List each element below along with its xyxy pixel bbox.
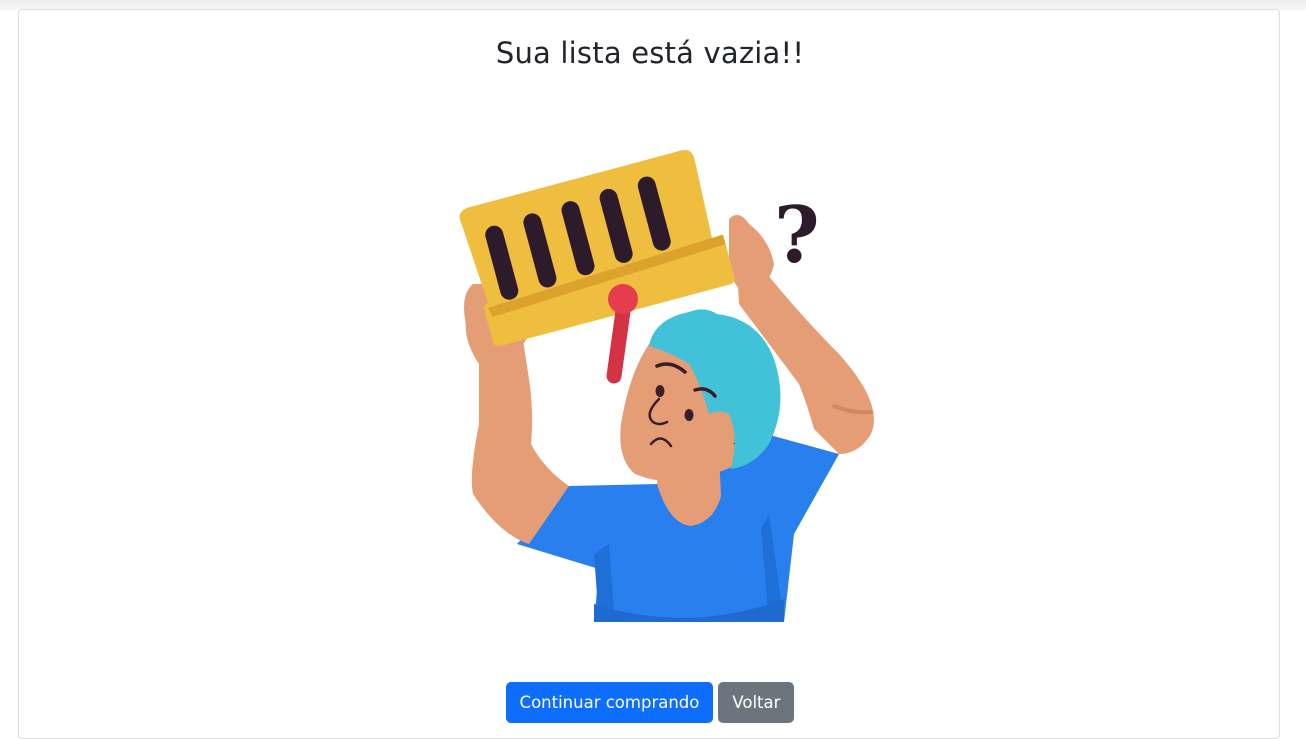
back-button[interactable]: Voltar <box>718 682 795 723</box>
action-buttons: Continuar comprando Voltar <box>19 682 1281 723</box>
empty-cart-card: Sua lista está vazia!! ? Continuar compr… <box>18 9 1280 739</box>
continue-shopping-button[interactable]: Continuar comprando <box>505 682 714 723</box>
svg-text:?: ? <box>774 190 820 281</box>
empty-list-title: Sua lista está vazia!! <box>495 36 805 70</box>
empty-basket-illustration-icon: ? <box>459 149 874 622</box>
